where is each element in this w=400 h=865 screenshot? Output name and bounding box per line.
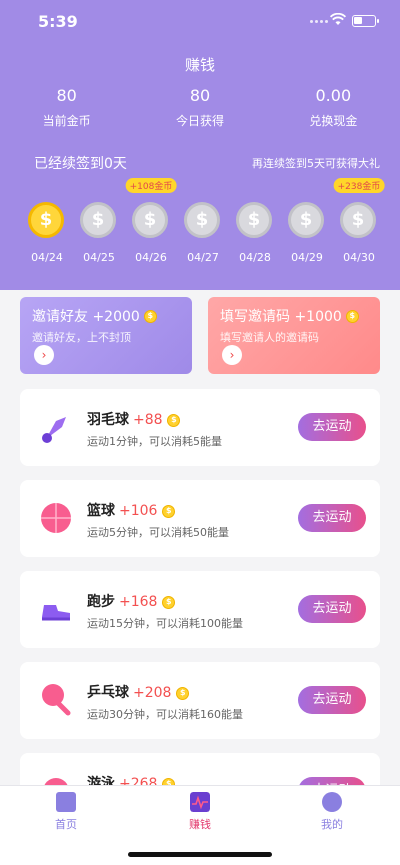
coin-icon: $ — [143, 309, 157, 323]
sport-name: 羽毛球 — [87, 412, 129, 428]
sport-points: +168 — [119, 594, 158, 610]
sport-card: 篮球 +106 $ 运动5分钟，可以消耗50能量 去运动 — [20, 480, 380, 557]
go-exercise-button[interactable]: 去运动 — [298, 504, 366, 532]
arrow-right-icon[interactable]: › — [222, 345, 242, 365]
stat-today-earned[interactable]: 80 今日获得 — [133, 86, 266, 129]
sport-name: 篮球 — [87, 503, 115, 519]
stat-value: 0.00 — [315, 86, 352, 105]
coin-icon: $ — [28, 202, 64, 238]
stat-exchange-cash[interactable]: 0.00 兑换现金 — [267, 86, 400, 129]
go-exercise-button[interactable]: 去运动 — [298, 686, 366, 714]
coin-icon: $ — [184, 202, 220, 238]
reward-badge: +108金币 — [125, 178, 177, 193]
stat-label: 兑换现金 — [309, 114, 358, 128]
enter-invite-code-card[interactable]: 填写邀请码 +1000 $ 填写邀请人的邀请码 › — [208, 297, 380, 374]
basketball-icon — [41, 503, 71, 533]
coin-icon: $ — [176, 686, 190, 700]
coin-icon: $ — [167, 413, 181, 427]
checkin-date: 04/29 — [291, 251, 323, 264]
home-book-icon — [56, 792, 76, 812]
sport-name: 跑步 — [87, 594, 115, 610]
reward-badge: +238金币 — [333, 178, 385, 193]
checkin-date: 04/30 — [343, 251, 375, 264]
invite-friends-title: 邀请好友 +2000 — [32, 309, 140, 325]
checkin-date: 04/28 — [239, 251, 271, 264]
stats-row: 80 当前金币 80 今日获得 0.00 兑换现金 — [0, 86, 400, 129]
wifi-icon — [330, 13, 346, 25]
go-exercise-button[interactable]: 去运动 — [298, 595, 366, 623]
sport-description: 运动15分钟，可以消耗100能量 — [87, 617, 243, 630]
go-exercise-button[interactable]: 去运动 — [298, 413, 366, 441]
checkin-date: 04/25 — [83, 251, 115, 264]
pulse-chart-icon — [190, 792, 210, 812]
coin-icon: $ — [132, 202, 168, 238]
checkin-days: $ 04/24 $ 04/25 +108金币 $ 04/26 $ 04/27 $… — [22, 178, 385, 273]
sport-points: +88 — [133, 412, 163, 428]
signal-icon — [310, 20, 328, 23]
tab-mine[interactable]: 我的 — [302, 792, 362, 832]
status-bar: 5:39 — [0, 0, 400, 44]
stat-value: 80 — [189, 86, 211, 105]
coin-icon: $ — [162, 504, 176, 518]
tab-label: 首页 — [55, 818, 77, 831]
invite-code-subtitle: 填写邀请人的邀请码 — [220, 331, 319, 344]
sport-name: 乒乓球 — [87, 685, 129, 701]
stat-current-coins[interactable]: 80 当前金币 — [0, 86, 133, 129]
sport-description: 运动5分钟，可以消耗50能量 — [87, 526, 229, 539]
arrow-right-icon[interactable]: › — [34, 345, 54, 365]
status-time: 5:39 — [38, 12, 78, 31]
page-title: 赚钱 — [184, 56, 215, 74]
tab-bar: 首页 赚钱 我的 — [0, 785, 400, 865]
tab-label: 我的 — [321, 818, 343, 831]
tab-label: 赚钱 — [189, 818, 211, 831]
sport-card: 乒乓球 +208 $ 运动30分钟，可以消耗160能量 去运动 — [20, 662, 380, 739]
home-indicator — [128, 852, 272, 857]
checkin-bonus-hint: 再连续签到5天可获得大礼 — [252, 157, 380, 170]
sport-card: 羽毛球 +88 $ 运动1分钟，可以消耗5能量 去运动 — [20, 389, 380, 466]
checkin-streak: 已经续签到0天 — [34, 156, 127, 172]
coin-icon: $ — [340, 202, 376, 238]
header-panel: 5:39 赚钱 80 当前金币 80 今日获得 0.00 兑换现金 已经续签到0… — [0, 0, 400, 290]
badminton-icon — [42, 417, 66, 443]
sneaker-icon — [42, 605, 70, 621]
coin-icon: $ — [345, 309, 359, 323]
coin-icon: $ — [162, 595, 176, 609]
sport-card: 跑步 +168 $ 运动15分钟，可以消耗100能量 去运动 — [20, 571, 380, 648]
stat-value: 80 — [56, 86, 77, 105]
battery-icon — [352, 15, 379, 27]
checkin-date: 04/27 — [187, 251, 219, 264]
invite-friends-subtitle: 邀请好友，上不封顶 — [32, 331, 131, 344]
stat-label: 当前金币 — [42, 114, 91, 128]
invite-friends-card[interactable]: 邀请好友 +2000 $ 邀请好友，上不封顶 › — [20, 297, 192, 374]
coin-icon: $ — [80, 202, 116, 238]
invite-code-title: 填写邀请码 +1000 — [220, 309, 342, 325]
checkin-date: 04/24 — [31, 251, 63, 264]
user-avatar-icon — [322, 792, 342, 812]
coin-icon: $ — [236, 202, 272, 238]
sport-description: 运动30分钟，可以消耗160能量 — [87, 708, 243, 721]
ping-pong-icon — [42, 684, 71, 716]
sport-points: +208 — [133, 685, 172, 701]
tab-earn[interactable]: 赚钱 — [170, 792, 230, 832]
coin-icon: $ — [288, 202, 324, 238]
sport-description: 运动1分钟，可以消耗5能量 — [87, 435, 222, 448]
checkin-date: 04/26 — [135, 251, 167, 264]
tab-home[interactable]: 首页 — [36, 792, 96, 832]
sport-points: +106 — [119, 503, 158, 519]
stat-label: 今日获得 — [175, 114, 224, 128]
